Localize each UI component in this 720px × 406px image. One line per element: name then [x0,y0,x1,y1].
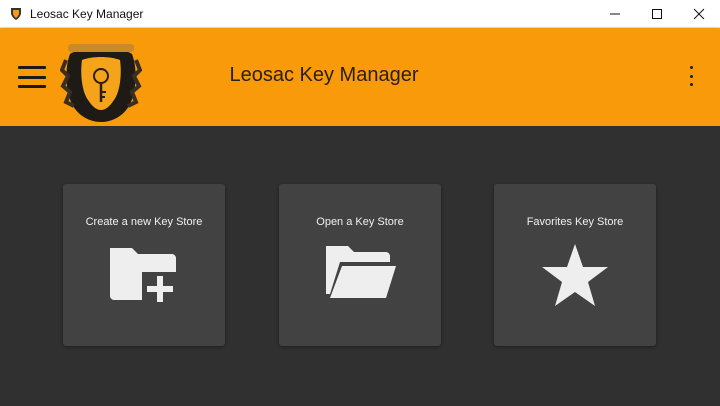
app-shield-icon [8,6,24,22]
favorites-key-store-card[interactable]: Favorites Key Store [494,184,656,346]
maximize-button[interactable] [636,0,678,28]
app-bar: Leosac Key Manager [0,28,720,126]
folder-open-icon [279,242,441,302]
window-title: Leosac Key Manager [30,6,144,21]
app-title: Leosac Key Manager [229,64,419,86]
maximize-icon [652,9,662,19]
minimize-icon [610,13,620,15]
more-vertical-icon[interactable] [688,66,694,86]
window-titlebar: Leosac Key Manager [0,0,720,28]
main-content: Create a new Key Store Open a Key Store … [0,126,720,406]
minimize-button[interactable] [594,0,636,28]
close-icon [693,8,705,20]
folder-plus-icon [63,242,225,306]
close-button[interactable] [678,0,720,28]
star-icon [494,242,656,308]
create-key-store-card[interactable]: Create a new Key Store [63,184,225,346]
create-key-store-label: Create a new Key Store [85,216,203,228]
open-key-store-card[interactable]: Open a Key Store [279,184,441,346]
favorites-key-store-label: Favorites Key Store [526,216,624,228]
open-key-store-label: Open a Key Store [316,216,404,228]
